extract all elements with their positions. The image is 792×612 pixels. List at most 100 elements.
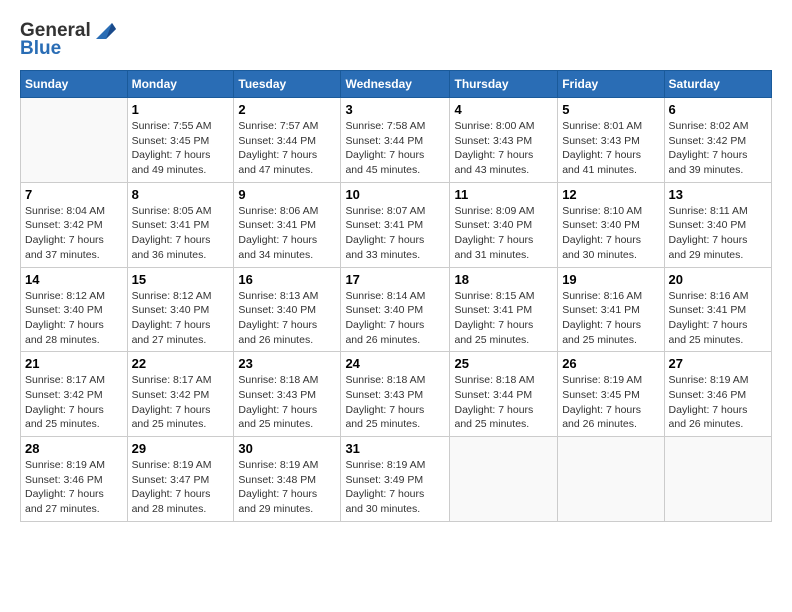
day-info: Sunrise: 7:58 AM Sunset: 3:44 PM Dayligh… bbox=[345, 119, 445, 178]
logo-icon bbox=[92, 21, 116, 41]
day-info: Sunrise: 8:16 AM Sunset: 3:41 PM Dayligh… bbox=[562, 289, 659, 348]
calendar-header-thursday: Thursday bbox=[450, 71, 558, 98]
day-number: 10 bbox=[345, 187, 445, 202]
calendar-header-saturday: Saturday bbox=[664, 71, 771, 98]
calendar-header-friday: Friday bbox=[558, 71, 664, 98]
calendar-week-row: 28 Sunrise: 8:19 AM Sunset: 3:46 PM Dayli… bbox=[21, 437, 772, 522]
calendar-week-row: 7 Sunrise: 8:04 AM Sunset: 3:42 PM Daylig… bbox=[21, 182, 772, 267]
day-info: Sunrise: 8:04 AM Sunset: 3:42 PM Dayligh… bbox=[25, 204, 123, 263]
calendar-cell: 24 Sunrise: 8:18 AM Sunset: 3:43 PM Dayli… bbox=[341, 352, 450, 437]
calendar-cell: 29 Sunrise: 8:19 AM Sunset: 3:47 PM Dayli… bbox=[127, 437, 234, 522]
day-info: Sunrise: 8:17 AM Sunset: 3:42 PM Dayligh… bbox=[132, 373, 230, 432]
day-number: 25 bbox=[454, 356, 553, 371]
calendar-cell: 17 Sunrise: 8:14 AM Sunset: 3:40 PM Dayli… bbox=[341, 267, 450, 352]
day-info: Sunrise: 7:55 AM Sunset: 3:45 PM Dayligh… bbox=[132, 119, 230, 178]
calendar-header-monday: Monday bbox=[127, 71, 234, 98]
calendar-cell bbox=[21, 98, 128, 183]
day-number: 7 bbox=[25, 187, 123, 202]
day-number: 21 bbox=[25, 356, 123, 371]
calendar-cell: 13Sunrise: 8:11 AM Sunset: 3:40 PM Dayli… bbox=[664, 182, 771, 267]
calendar-table: SundayMondayTuesdayWednesdayThursdayFrid… bbox=[20, 70, 772, 522]
day-number: 5 bbox=[562, 102, 659, 117]
day-number: 12 bbox=[562, 187, 659, 202]
day-number: 24 bbox=[345, 356, 445, 371]
day-number: 15 bbox=[132, 272, 230, 287]
day-number: 3 bbox=[345, 102, 445, 117]
calendar-cell: 23Sunrise: 8:18 AM Sunset: 3:43 PM Dayli… bbox=[234, 352, 341, 437]
day-info: Sunrise: 8:19 AM Sunset: 3:46 PM Dayligh… bbox=[25, 458, 123, 517]
day-number: 31 bbox=[345, 441, 445, 456]
day-info: Sunrise: 8:19 AM Sunset: 3:46 PM Dayligh… bbox=[669, 373, 767, 432]
day-number: 17 bbox=[345, 272, 445, 287]
calendar-week-row: 14 Sunrise: 8:12 AM Sunset: 3:40 PM Dayli… bbox=[21, 267, 772, 352]
day-info: Sunrise: 7:57 AM Sunset: 3:44 PM Dayligh… bbox=[238, 119, 336, 178]
calendar-cell: 14 Sunrise: 8:12 AM Sunset: 3:40 PM Dayli… bbox=[21, 267, 128, 352]
calendar-cell: 8Sunrise: 8:05 AM Sunset: 3:41 PM Daylig… bbox=[127, 182, 234, 267]
day-info: Sunrise: 8:19 AM Sunset: 3:47 PM Dayligh… bbox=[132, 458, 230, 517]
day-number: 23 bbox=[238, 356, 336, 371]
calendar-week-row: 1 Sunrise: 7:55 AM Sunset: 3:45 PM Daylig… bbox=[21, 98, 772, 183]
day-info: Sunrise: 8:13 AM Sunset: 3:40 PM Dayligh… bbox=[238, 289, 336, 348]
calendar-cell bbox=[450, 437, 558, 522]
day-info: Sunrise: 8:07 AM Sunset: 3:41 PM Dayligh… bbox=[345, 204, 445, 263]
calendar-cell: 1 Sunrise: 7:55 AM Sunset: 3:45 PM Daylig… bbox=[127, 98, 234, 183]
calendar-cell: 12 Sunrise: 8:10 AM Sunset: 3:40 PM Dayli… bbox=[558, 182, 664, 267]
day-number: 2 bbox=[238, 102, 336, 117]
day-info: Sunrise: 8:19 AM Sunset: 3:49 PM Dayligh… bbox=[345, 458, 445, 517]
calendar-cell: 19 Sunrise: 8:16 AM Sunset: 3:41 PM Dayli… bbox=[558, 267, 664, 352]
day-info: Sunrise: 8:14 AM Sunset: 3:40 PM Dayligh… bbox=[345, 289, 445, 348]
calendar-cell: 18 Sunrise: 8:15 AM Sunset: 3:41 PM Dayli… bbox=[450, 267, 558, 352]
day-number: 30 bbox=[238, 441, 336, 456]
day-number: 14 bbox=[25, 272, 123, 287]
page-header: General Blue bbox=[20, 20, 772, 60]
calendar-header-sunday: Sunday bbox=[21, 71, 128, 98]
calendar-week-row: 21 Sunrise: 8:17 AM Sunset: 3:42 PM Dayli… bbox=[21, 352, 772, 437]
day-number: 6 bbox=[669, 102, 767, 117]
day-info: Sunrise: 8:15 AM Sunset: 3:41 PM Dayligh… bbox=[454, 289, 553, 348]
calendar-cell: 22Sunrise: 8:17 AM Sunset: 3:42 PM Dayli… bbox=[127, 352, 234, 437]
day-number: 18 bbox=[454, 272, 553, 287]
calendar-cell: 11Sunrise: 8:09 AM Sunset: 3:40 PM Dayli… bbox=[450, 182, 558, 267]
day-info: Sunrise: 8:17 AM Sunset: 3:42 PM Dayligh… bbox=[25, 373, 123, 432]
day-info: Sunrise: 8:12 AM Sunset: 3:40 PM Dayligh… bbox=[25, 289, 123, 348]
day-info: Sunrise: 8:11 AM Sunset: 3:40 PM Dayligh… bbox=[669, 204, 767, 263]
day-info: Sunrise: 8:18 AM Sunset: 3:43 PM Dayligh… bbox=[345, 373, 445, 432]
day-info: Sunrise: 8:01 AM Sunset: 3:43 PM Dayligh… bbox=[562, 119, 659, 178]
day-info: Sunrise: 8:02 AM Sunset: 3:42 PM Dayligh… bbox=[669, 119, 767, 178]
calendar-cell: 7 Sunrise: 8:04 AM Sunset: 3:42 PM Daylig… bbox=[21, 182, 128, 267]
calendar-cell: 16 Sunrise: 8:13 AM Sunset: 3:40 PM Dayli… bbox=[234, 267, 341, 352]
calendar-cell: 3 Sunrise: 7:58 AM Sunset: 3:44 PM Daylig… bbox=[341, 98, 450, 183]
calendar-cell: 20 Sunrise: 8:16 AM Sunset: 3:41 PM Dayli… bbox=[664, 267, 771, 352]
day-info: Sunrise: 8:18 AM Sunset: 3:44 PM Dayligh… bbox=[454, 373, 553, 432]
day-number: 28 bbox=[25, 441, 123, 456]
calendar-cell: 4Sunrise: 8:00 AM Sunset: 3:43 PM Daylig… bbox=[450, 98, 558, 183]
calendar-cell: 2 Sunrise: 7:57 AM Sunset: 3:44 PM Daylig… bbox=[234, 98, 341, 183]
calendar-cell: 30Sunrise: 8:19 AM Sunset: 3:48 PM Dayli… bbox=[234, 437, 341, 522]
day-number: 26 bbox=[562, 356, 659, 371]
day-number: 19 bbox=[562, 272, 659, 287]
day-number: 27 bbox=[669, 356, 767, 371]
day-number: 9 bbox=[238, 187, 336, 202]
day-number: 29 bbox=[132, 441, 230, 456]
calendar-cell: 26Sunrise: 8:19 AM Sunset: 3:45 PM Dayli… bbox=[558, 352, 664, 437]
day-info: Sunrise: 8:10 AM Sunset: 3:40 PM Dayligh… bbox=[562, 204, 659, 263]
calendar-cell: 25 Sunrise: 8:18 AM Sunset: 3:44 PM Dayli… bbox=[450, 352, 558, 437]
logo-blue-text: Blue bbox=[20, 38, 61, 60]
calendar-cell: 31 Sunrise: 8:19 AM Sunset: 3:49 PM Dayli… bbox=[341, 437, 450, 522]
day-number: 16 bbox=[238, 272, 336, 287]
day-info: Sunrise: 8:16 AM Sunset: 3:41 PM Dayligh… bbox=[669, 289, 767, 348]
calendar-cell: 27 Sunrise: 8:19 AM Sunset: 3:46 PM Dayli… bbox=[664, 352, 771, 437]
calendar-cell bbox=[558, 437, 664, 522]
calendar-cell bbox=[664, 437, 771, 522]
day-info: Sunrise: 8:06 AM Sunset: 3:41 PM Dayligh… bbox=[238, 204, 336, 263]
day-number: 4 bbox=[454, 102, 553, 117]
calendar-cell: 9 Sunrise: 8:06 AM Sunset: 3:41 PM Daylig… bbox=[234, 182, 341, 267]
day-number: 20 bbox=[669, 272, 767, 287]
day-info: Sunrise: 8:05 AM Sunset: 3:41 PM Dayligh… bbox=[132, 204, 230, 263]
logo: General Blue bbox=[20, 20, 116, 60]
calendar-cell: 15Sunrise: 8:12 AM Sunset: 3:40 PM Dayli… bbox=[127, 267, 234, 352]
calendar-cell: 21 Sunrise: 8:17 AM Sunset: 3:42 PM Dayli… bbox=[21, 352, 128, 437]
day-number: 11 bbox=[454, 187, 553, 202]
day-number: 1 bbox=[132, 102, 230, 117]
calendar-cell: 10 Sunrise: 8:07 AM Sunset: 3:41 PM Dayli… bbox=[341, 182, 450, 267]
